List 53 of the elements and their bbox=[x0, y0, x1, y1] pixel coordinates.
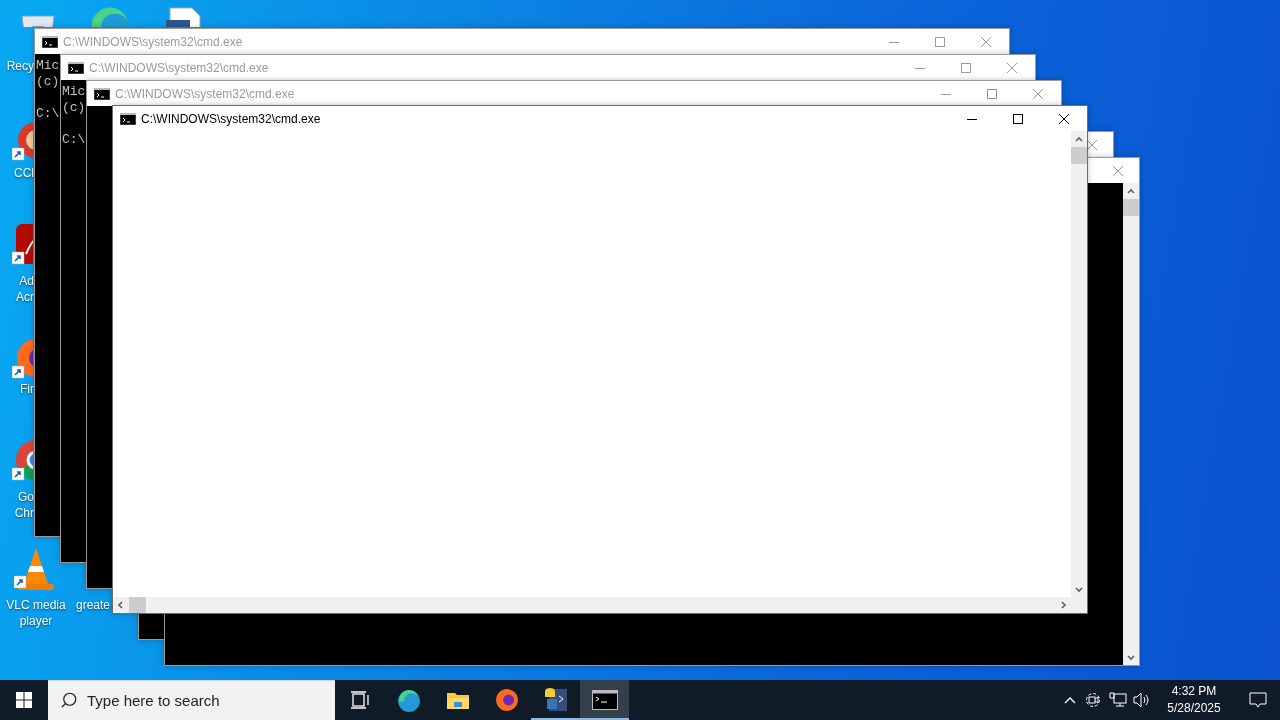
console-icon bbox=[68, 61, 84, 74]
close-icon bbox=[1033, 88, 1043, 99]
terminal-icon bbox=[591, 690, 618, 710]
close-icon bbox=[1007, 62, 1017, 73]
camera-icon bbox=[1086, 692, 1102, 708]
maximize-icon bbox=[987, 88, 997, 99]
close-icon bbox=[1087, 139, 1097, 150]
console-icon bbox=[94, 87, 110, 100]
console-line: C:\ bbox=[36, 106, 60, 122]
chat-bubble-icon bbox=[1249, 692, 1267, 708]
maximize-icon bbox=[961, 62, 971, 73]
console-line: Mic bbox=[36, 58, 60, 74]
desktop-icon-label: greate bbox=[76, 597, 112, 613]
chevron-up-icon bbox=[1064, 696, 1076, 704]
acrobat-icon[interactable] bbox=[12, 222, 33, 266]
console-line: C:\ bbox=[62, 132, 86, 148]
volume-icon bbox=[1133, 692, 1151, 708]
folder-icon bbox=[445, 690, 470, 710]
clock[interactable]: 4:32 PM 5/28/2025 bbox=[1154, 680, 1234, 720]
console-icon bbox=[42, 35, 58, 48]
desktop-icon-label: Fir bbox=[19, 381, 34, 397]
desktop-icon-label: Recy bbox=[5, 58, 34, 74]
console-icon bbox=[120, 112, 136, 125]
search-icon bbox=[60, 691, 78, 709]
console-line: (c) bbox=[62, 100, 86, 116]
window-title: C:\WINDOWS\system32\cmd.exe bbox=[89, 60, 269, 75]
python-file-icon bbox=[542, 687, 569, 713]
window-title: C:\WINDOWS\system32\cmd.exe bbox=[141, 111, 321, 126]
close-icon bbox=[981, 36, 991, 47]
close-icon bbox=[1113, 165, 1123, 176]
close-icon bbox=[1059, 113, 1069, 124]
vertical-scrollbar[interactable] bbox=[1123, 183, 1139, 665]
console-line: Mic bbox=[62, 84, 86, 100]
scrollbar-thumb[interactable] bbox=[1071, 147, 1087, 164]
desktop-icon-label: CCl bbox=[13, 165, 34, 181]
edge-icon bbox=[396, 688, 421, 712]
maximize-icon bbox=[935, 36, 945, 47]
scrollbar-thumb[interactable] bbox=[129, 597, 146, 613]
search-field[interactable]: Type here to search bbox=[48, 680, 335, 720]
vertical-scrollbar[interactable] bbox=[1071, 131, 1087, 597]
desktop-icon-label: Ad Acr bbox=[15, 273, 34, 305]
maximize-icon bbox=[1013, 113, 1023, 124]
taskbar-app-button[interactable] bbox=[580, 680, 629, 720]
desktop-icon-label: Go Chr bbox=[13, 489, 34, 521]
window-title: C:\WINDOWS\system32\cmd.exe bbox=[115, 86, 295, 101]
window-title: C:\WINDOWS\system32\cmd.exe bbox=[63, 34, 243, 49]
desktop-icon-label: VLC media player bbox=[5, 597, 67, 629]
scrollbar-thumb[interactable] bbox=[1123, 199, 1139, 216]
firefox-icon bbox=[494, 688, 519, 712]
console-line: (c) bbox=[36, 74, 60, 90]
network-icon bbox=[1109, 692, 1127, 708]
windows-logo-icon bbox=[16, 692, 32, 708]
task-view-icon bbox=[349, 691, 370, 709]
